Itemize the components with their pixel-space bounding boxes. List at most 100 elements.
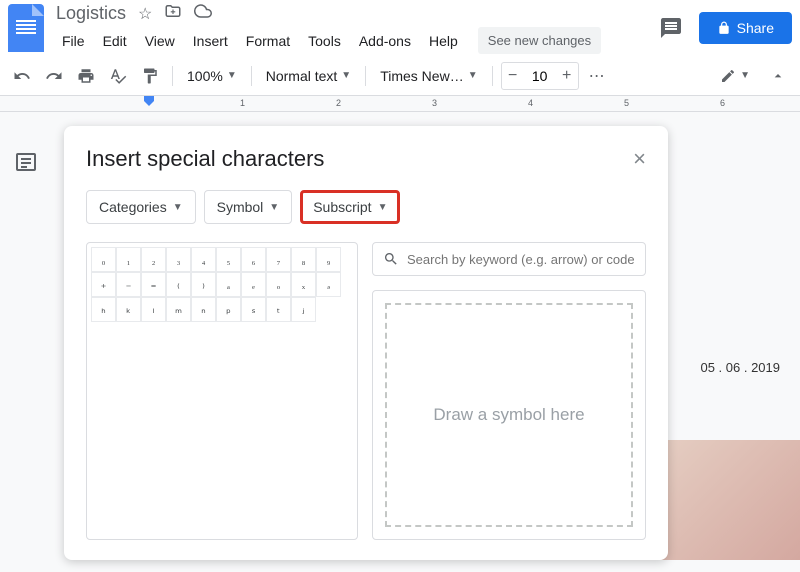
fontsize-input[interactable] [524, 63, 556, 89]
search-icon [383, 251, 399, 267]
char-cell[interactable]: ₋ [116, 272, 141, 297]
char-cell[interactable]: ₕ [91, 297, 116, 322]
dialog-header: Insert special characters × [86, 146, 646, 172]
comment-icon[interactable] [659, 16, 683, 40]
draw-box[interactable]: Draw a symbol here [372, 290, 646, 540]
zoom-dropdown[interactable]: 100%▼ [181, 64, 243, 88]
fontsize-decrease[interactable]: − [502, 63, 524, 89]
style-dropdown[interactable]: Normal text▼ [260, 64, 357, 88]
char-cell[interactable]: ₃ [166, 247, 191, 272]
char-cell[interactable]: ₆ [241, 247, 266, 272]
symbol-dropdown[interactable]: Symbol▼ [204, 190, 293, 224]
chevron-down-icon: ▼ [740, 70, 750, 81]
char-cell[interactable]: ₗ [141, 297, 166, 322]
char-cell[interactable]: ₑ [241, 272, 266, 297]
header-right: Share [659, 12, 792, 44]
char-cell[interactable]: ₐ [216, 272, 241, 297]
move-icon[interactable] [164, 2, 182, 25]
ruler-mark: 4 [528, 98, 533, 108]
editing-mode-dropdown[interactable]: ▼ [714, 64, 756, 88]
menu-help[interactable]: Help [423, 29, 464, 53]
cloud-icon[interactable] [194, 2, 212, 25]
docs-logo-icon[interactable] [8, 4, 44, 52]
document-date: 05 . 06 . 2019 [700, 360, 780, 375]
header: Logistics ☆ File Edit View Insert Format… [0, 0, 800, 56]
char-cell[interactable]: ₓ [291, 272, 316, 297]
chevron-down-icon: ▼ [468, 70, 478, 81]
char-cell[interactable]: ₀ [91, 247, 116, 272]
char-cell[interactable]: ₎ [191, 272, 216, 297]
indent-marker-icon[interactable] [144, 96, 154, 106]
char-cell[interactable]: ₅ [216, 247, 241, 272]
chevron-down-icon: ▼ [269, 202, 279, 213]
chevron-down-icon: ▼ [378, 202, 388, 213]
subscript-dropdown[interactable]: Subscript▼ [300, 190, 400, 224]
share-button[interactable]: Share [699, 12, 792, 44]
fontsize-stepper: − + [501, 62, 579, 90]
char-cell[interactable]: ₛ [241, 297, 266, 322]
char-cell[interactable]: ₁ [116, 247, 141, 272]
paint-format-button[interactable] [136, 62, 164, 90]
outline-icon[interactable] [14, 150, 38, 174]
spellcheck-button[interactable] [104, 62, 132, 90]
ruler-mark: 6 [720, 98, 725, 108]
ruler-mark: 5 [624, 98, 629, 108]
fontsize-increase[interactable]: + [556, 63, 578, 89]
dialog-body: ₀₁₂₃₄₅₆₇₈₉ ₊₋₌₍₎ₐₑₒₓₔ ₕₖₗₘₙₚₛₜⱼ Draw a sym… [86, 242, 646, 540]
separator [365, 66, 366, 86]
chevron-down-icon: ▼ [227, 70, 237, 81]
special-characters-dialog: Insert special characters × Categories▼ … [64, 126, 668, 560]
search-box [372, 242, 646, 276]
char-cell[interactable]: ₚ [216, 297, 241, 322]
char-cell[interactable]: ₈ [291, 247, 316, 272]
print-button[interactable] [72, 62, 100, 90]
char-cell[interactable]: ₒ [266, 272, 291, 297]
ruler-mark: 2 [336, 98, 341, 108]
char-cell[interactable]: ₄ [191, 247, 216, 272]
search-input[interactable] [407, 252, 635, 267]
share-label: Share [737, 20, 774, 36]
menu-insert[interactable]: Insert [187, 29, 234, 53]
char-cell[interactable]: ₖ [116, 297, 141, 322]
char-cell[interactable]: ₂ [141, 247, 166, 272]
ruler-mark: 3 [432, 98, 437, 108]
menu-file[interactable]: File [56, 29, 91, 53]
char-cell[interactable]: ₊ [91, 272, 116, 297]
dialog-right-panel: Draw a symbol here [372, 242, 646, 540]
character-grid: ₀₁₂₃₄₅₆₇₈₉ ₊₋₌₍₎ₐₑₒₓₔ ₕₖₗₘₙₚₛₜⱼ [86, 242, 358, 540]
dialog-controls: Categories▼ Symbol▼ Subscript▼ [86, 190, 646, 224]
ruler[interactable]: 1 2 3 4 5 6 [0, 96, 800, 112]
toolbar: 100%▼ Normal text▼ Times New…▼ − + ⋯ ▼ [0, 56, 800, 96]
title-row: Logistics ☆ [56, 2, 659, 25]
menu-bar: File Edit View Insert Format Tools Add-o… [56, 27, 659, 54]
char-cell[interactable]: ₘ [166, 297, 191, 322]
separator [492, 66, 493, 86]
chevron-down-icon: ▼ [341, 70, 351, 81]
redo-button[interactable] [40, 62, 68, 90]
chevron-down-icon: ▼ [173, 202, 183, 213]
categories-dropdown[interactable]: Categories▼ [86, 190, 196, 224]
menu-edit[interactable]: Edit [97, 29, 133, 53]
char-cell[interactable]: ₍ [166, 272, 191, 297]
char-cell[interactable]: ₉ [316, 247, 341, 272]
char-cell[interactable]: ₔ [316, 272, 341, 297]
undo-button[interactable] [8, 62, 36, 90]
ruler-mark: 1 [240, 98, 245, 108]
menu-tools[interactable]: Tools [302, 29, 347, 53]
char-cell[interactable]: ₙ [191, 297, 216, 322]
document-title[interactable]: Logistics [56, 3, 126, 24]
title-area: Logistics ☆ File Edit View Insert Format… [56, 2, 659, 54]
font-dropdown[interactable]: Times New…▼ [374, 64, 483, 88]
menu-format[interactable]: Format [240, 29, 296, 53]
collapse-button[interactable] [764, 62, 792, 90]
char-cell[interactable]: ⱼ [291, 297, 316, 322]
menu-view[interactable]: View [139, 29, 181, 53]
char-cell[interactable]: ₜ [266, 297, 291, 322]
menu-addons[interactable]: Add-ons [353, 29, 417, 53]
char-cell[interactable]: ₌ [141, 272, 166, 297]
close-button[interactable]: × [633, 146, 646, 172]
more-button[interactable]: ⋯ [583, 62, 611, 90]
star-icon[interactable]: ☆ [138, 4, 152, 24]
char-cell[interactable]: ₇ [266, 247, 291, 272]
see-new-changes[interactable]: See new changes [478, 27, 601, 54]
